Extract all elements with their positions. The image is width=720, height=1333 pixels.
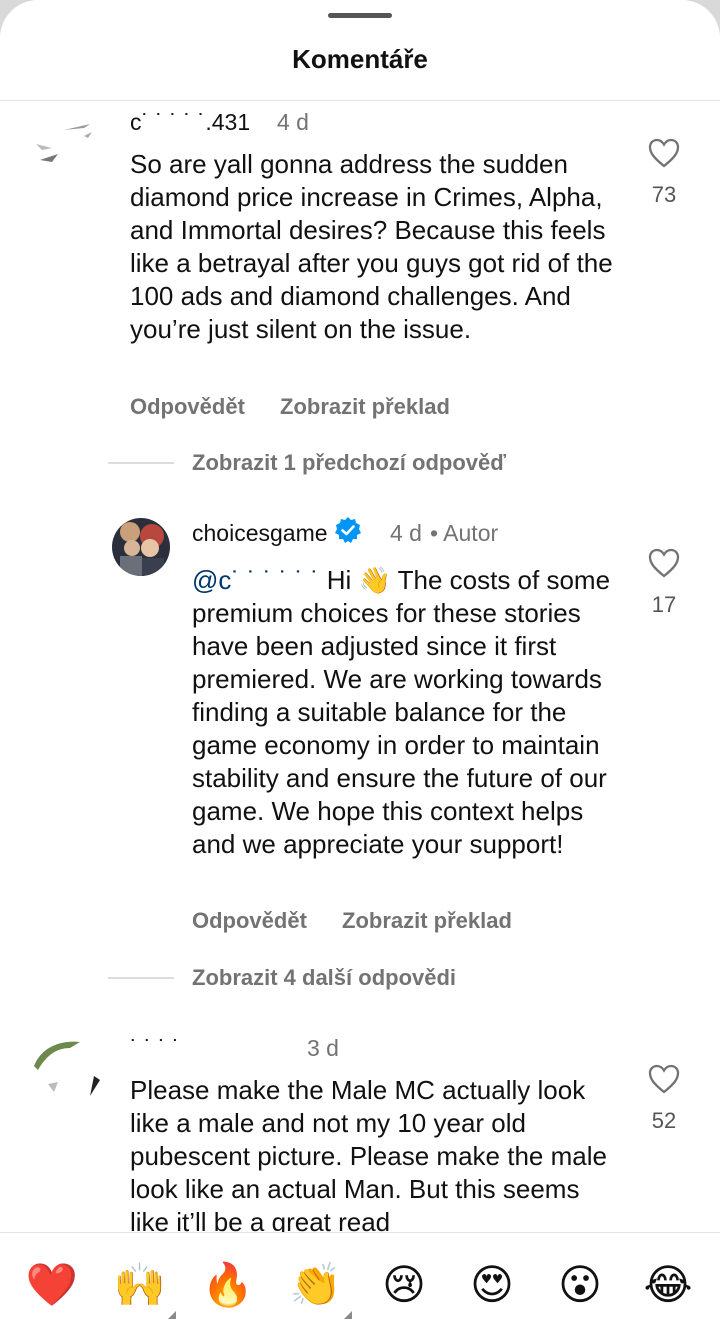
like-count: 52: [651, 1108, 677, 1133]
like-button[interactable]: 17: [644, 548, 684, 618]
mention-link[interactable]: @c˙ ˙ ˙ ˙ ˙ ˙: [192, 565, 319, 595]
raising-hands-icon[interactable]: 🙌: [112, 1259, 168, 1311]
heart-icon: [648, 548, 680, 578]
avatar[interactable]: [28, 1036, 104, 1112]
comment-timestamp: 3 d: [307, 1035, 339, 1061]
emoji-reaction-bar: ❤️ 🙌 🔥 👏 😢 😍 😮 😂: [0, 1232, 720, 1333]
view-previous-reply-button[interactable]: Zobrazit 1 předchozí odpověď: [192, 450, 506, 476]
comment-timestamp: 4 d: [277, 109, 309, 135]
heart-eyes-face-icon[interactable]: 😍: [464, 1259, 520, 1311]
drag-handle[interactable]: [328, 13, 392, 18]
heart-icon: [648, 1064, 680, 1094]
comment-text: @c˙ ˙ ˙ ˙ ˙ ˙ Hi 👋 The costs of some pre…: [192, 564, 620, 861]
heart-icon: [648, 138, 680, 168]
comment-username[interactable]: c˙ ˙ ˙ ˙ ˙.431: [130, 109, 250, 136]
author-label: • Autor: [430, 520, 499, 546]
verified-badge-icon: [334, 516, 362, 550]
reply-button[interactable]: Odpovědět: [192, 908, 307, 934]
thread-line: [108, 462, 174, 464]
thread-line: [108, 977, 174, 979]
like-count: 73: [651, 182, 677, 207]
comment-timestamp: 4 d: [390, 520, 422, 546]
translate-button[interactable]: Zobrazit překlad: [342, 908, 512, 934]
page-title: Komentáře: [292, 44, 428, 74]
comment-username[interactable]: choicesgame: [192, 517, 368, 550]
fire-icon[interactable]: 🔥: [200, 1259, 256, 1311]
comment-text: So are yall gonna address the sudden dia…: [130, 149, 613, 344]
like-button[interactable]: 73: [644, 138, 684, 208]
reply-button[interactable]: Odpovědět: [130, 394, 245, 420]
username-text: choicesgame: [192, 520, 328, 547]
like-button[interactable]: 52: [644, 1064, 684, 1134]
comment-text: Please make the Male MC actually look li…: [130, 1075, 607, 1237]
view-more-replies-button[interactable]: Zobrazit 4 další odpovědi: [192, 965, 456, 991]
clapping-hands-icon[interactable]: 👏: [288, 1259, 344, 1311]
comments-sheet: Komentáře c˙ ˙ ˙ ˙ ˙.431 4 d So are yall…: [0, 0, 720, 1333]
avatar-choicesgame[interactable]: [112, 518, 170, 576]
comment-username[interactable]: ˙ ˙ ˙ ˙: [130, 1035, 180, 1062]
like-count: 17: [651, 592, 677, 617]
surprised-face-icon[interactable]: 😮: [552, 1259, 608, 1311]
red-heart-icon[interactable]: ❤️: [24, 1259, 80, 1311]
header-divider: [0, 100, 720, 101]
translate-button[interactable]: Zobrazit překlad: [280, 394, 450, 420]
skin-tone-indicator: [344, 1311, 352, 1319]
crying-face-icon[interactable]: 😢: [376, 1259, 432, 1311]
skin-tone-indicator: [168, 1311, 176, 1319]
avatar[interactable]: [28, 110, 104, 186]
reply-body: Hi 👋 The costs of some premium choices f…: [192, 565, 611, 859]
tears-of-joy-face-icon[interactable]: 😂: [640, 1259, 696, 1311]
